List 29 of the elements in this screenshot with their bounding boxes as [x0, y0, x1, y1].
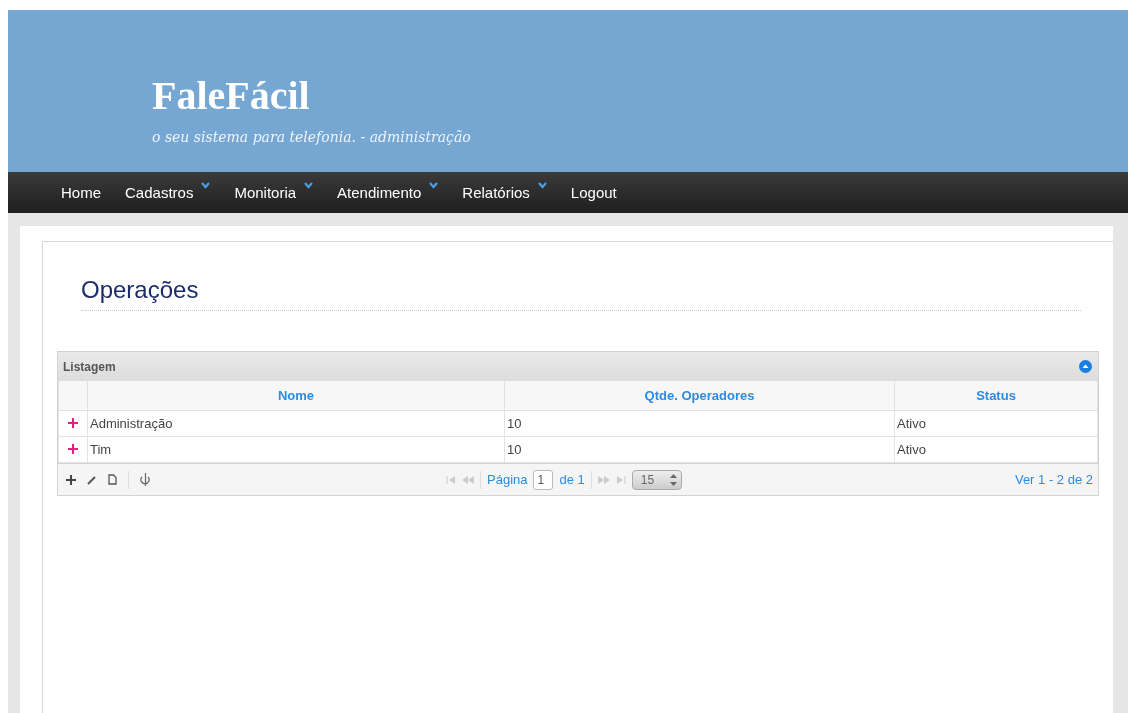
nav-link[interactable]: Relatórios	[462, 180, 547, 205]
table-cell: 10	[504, 436, 895, 463]
page-title: Operações	[81, 276, 1081, 311]
page-count: de 1	[559, 472, 585, 487]
pencil-icon[interactable]	[87, 474, 97, 485]
expand-icon[interactable]	[68, 444, 78, 454]
page-label: Página	[487, 472, 528, 487]
record-summary: Ver 1 - 2 de 2	[1014, 472, 1093, 487]
document-icon[interactable]	[108, 474, 117, 485]
nav-link[interactable]: Monitoria	[234, 180, 314, 205]
add-icon[interactable]	[66, 474, 76, 485]
table-cell: Tim	[87, 436, 505, 463]
nav-link[interactable]: Cadastros	[125, 180, 211, 205]
table-cell: Ativo	[894, 436, 1098, 463]
collapse-icon[interactable]	[1079, 360, 1092, 373]
nav-link[interactable]: Atendimento	[337, 180, 439, 205]
table-cell: Ativo	[894, 410, 1098, 437]
expand-icon[interactable]	[68, 418, 78, 428]
page-input[interactable]: 1	[533, 469, 554, 490]
spinner-icon[interactable]	[669, 473, 677, 486]
refresh-icon[interactable]	[140, 473, 151, 486]
site-title: FaleFácil	[152, 72, 310, 119]
page-size-select[interactable]: 15	[631, 469, 682, 490]
nav-link[interactable]: Home	[61, 180, 101, 205]
nav-link[interactable]: Logout	[570, 180, 617, 205]
site-subtitle: o seu sistema para telefonia. - administração	[152, 129, 471, 145]
grid-caption: Listagem	[63, 359, 116, 374]
table-cell: Administração	[87, 410, 505, 437]
table-cell: 10	[504, 410, 895, 437]
